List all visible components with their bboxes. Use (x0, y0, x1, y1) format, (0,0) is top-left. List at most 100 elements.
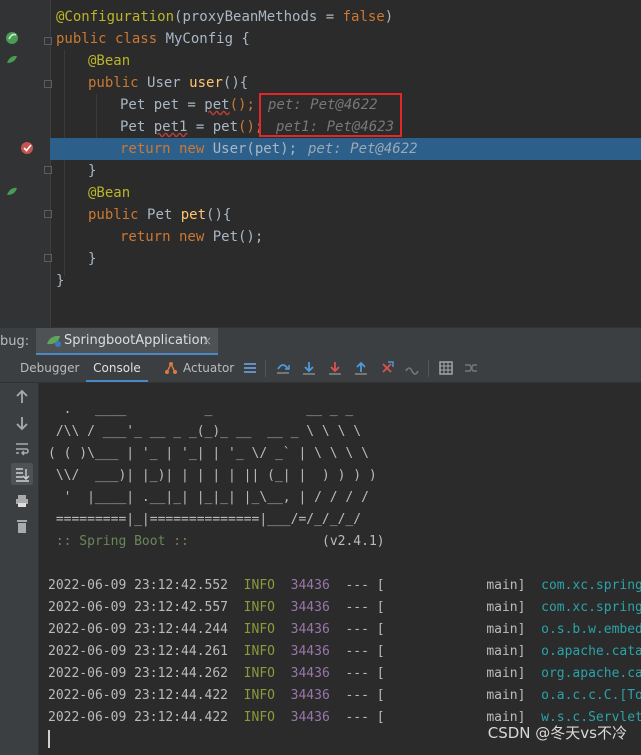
log-row: 2022-06-09 23:12:44.261 INFO 34436 --- [… (48, 641, 641, 663)
spring-bean-icon[interactable] (5, 31, 19, 45)
code-line-4[interactable]: public User user(){ (88, 72, 248, 94)
close-tab-icon[interactable]: × (202, 328, 212, 354)
tool-window-stripe (0, 383, 8, 755)
banner-line: \\/ ___)| |_)| | | | | || (_| | ) ) ) ) (48, 468, 377, 483)
log-pid: 34436 (290, 688, 330, 703)
log-row: 2022-06-09 23:12:44.244 INFO 34436 --- [… (48, 619, 641, 641)
actuator-icon (165, 362, 177, 374)
trace-stream-icon[interactable] (464, 361, 478, 375)
banner-line: ( ( )\___ | '_ | '_| | '_ \/ _` | \ \ \ … (48, 446, 369, 461)
fold-marker[interactable] (44, 210, 52, 218)
log-thread: main] (400, 578, 526, 593)
code-line-9[interactable]: @Bean (88, 182, 130, 204)
force-step-into-icon[interactable] (328, 361, 342, 375)
log-timestamp: 2022-06-09 23:12:42.557 (48, 600, 229, 615)
run-to-cursor-icon[interactable] (405, 361, 419, 375)
log-row: 2022-06-09 23:12:42.557 INFO 34436 --- [… (48, 597, 641, 619)
log-row: 2022-06-09 23:12:42.552 INFO 34436 --- [… (48, 575, 641, 597)
log-pid: 34436 (290, 600, 330, 615)
log-level: INFO (243, 622, 275, 637)
spring-bean-method-icon[interactable] (5, 185, 19, 199)
code-line-10[interactable]: public Pet pet(){ (88, 204, 231, 226)
fold-marker[interactable] (44, 80, 52, 88)
log-thread: main] (400, 644, 526, 659)
toolbar-separator (428, 360, 429, 377)
editor-gutter[interactable] (0, 0, 52, 327)
banner-line: =========|_|==============|___/=/_/_/_/ (48, 512, 362, 527)
log-timestamp: 2022-06-09 23:12:42.552 (48, 578, 229, 593)
debug-tool-window-header: bug: SpringbootApplication × (0, 327, 641, 356)
log-separator: --- [ (345, 578, 385, 593)
code-editor[interactable]: @Configuration(proxyBeanMethods = false)… (0, 0, 641, 327)
log-level: INFO (243, 644, 275, 659)
console-output[interactable]: . ____ _ __ _ _ /\\ / ___'_ __ _ _(_)_ _… (39, 383, 641, 755)
spring-bean-method-icon[interactable] (5, 53, 19, 67)
log-logger: org.apache.catal (541, 666, 641, 681)
code-line-3[interactable]: @Bean (88, 50, 130, 72)
up-arrow-icon[interactable] (14, 389, 30, 405)
step-out-icon[interactable] (354, 361, 368, 375)
scroll-to-end-toggle[interactable] (11, 463, 33, 485)
log-row: 2022-06-09 23:12:44.262 INFO 34436 --- [… (48, 663, 641, 685)
log-separator: --- [ (345, 622, 385, 637)
down-arrow-icon[interactable] (14, 415, 30, 431)
code-line-12[interactable]: } (88, 248, 96, 270)
log-level: INFO (243, 688, 275, 703)
banner-line: . ____ _ __ _ _ (48, 402, 354, 417)
step-into-icon[interactable] (302, 361, 316, 375)
code-line-2[interactable]: public class MyConfig { (56, 28, 250, 50)
fold-marker[interactable] (44, 166, 52, 174)
soft-wrap-icon[interactable] (14, 441, 30, 457)
tab-console[interactable]: Console (86, 355, 148, 382)
fold-marker[interactable] (44, 37, 52, 45)
log-level: INFO (243, 710, 275, 725)
trash-icon[interactable] (14, 518, 30, 534)
code-line-8[interactable]: } (88, 160, 96, 182)
log-logger: com.xc.springboo (541, 600, 641, 615)
drop-frame-icon[interactable] (380, 361, 394, 375)
breakpoint-icon[interactable] (20, 141, 34, 155)
log-thread: main] (400, 666, 526, 681)
spring-boot-label: :: Spring Boot :: (48, 534, 189, 549)
console-caret (48, 730, 50, 748)
evaluate-expression-icon[interactable] (439, 361, 453, 375)
log-logger: o.apache.catalin (541, 644, 641, 659)
code-line-11[interactable]: return new Pet(); (120, 226, 263, 248)
code-line-5[interactable]: Pet pet = pet(); (120, 94, 255, 116)
log-logger: com.xc.springboo (541, 578, 641, 593)
log-level: INFO (243, 600, 275, 615)
console-side-toolbar (8, 383, 39, 755)
watermark: CSDN @冬天vs不冷 (487, 724, 627, 742)
log-pid: 34436 (290, 622, 330, 637)
debug-label: bug: (0, 334, 30, 349)
log-separator: --- [ (345, 644, 385, 659)
fold-marker[interactable] (44, 254, 52, 262)
run-config-tab[interactable]: SpringbootApplication × (36, 328, 218, 355)
annotation-highlight-box (259, 93, 402, 137)
log-pid: 34436 (290, 710, 330, 725)
log-pid: 34436 (290, 644, 330, 659)
banner-line: /\\ / ___'_ __ _ _(_)_ __ __ _ \ \ \ \ (48, 424, 362, 439)
code-line-13[interactable]: } (56, 270, 64, 292)
code-line-1[interactable]: @Configuration(proxyBeanMethods = false) (56, 6, 393, 28)
code-line-7[interactable]: return new User(pet); (120, 138, 297, 160)
tab-debugger[interactable]: Debugger (20, 355, 79, 382)
class-name: MyConfig { (165, 31, 250, 47)
log-separator: --- [ (345, 600, 385, 615)
print-icon[interactable] (14, 493, 30, 509)
tab-actuator[interactable]: Actuator (183, 355, 234, 382)
log-thread: main] (400, 600, 526, 615)
log-level: INFO (243, 578, 275, 593)
toolbar-separator (265, 360, 266, 377)
log-thread: main] (400, 622, 526, 637)
log-separator: --- [ (345, 688, 385, 703)
code-line-6[interactable]: Pet pet1 = pet(); (120, 116, 263, 138)
debug-toolbar: Debugger Console Actuator (0, 355, 641, 383)
log-separator: --- [ (345, 666, 385, 681)
log-separator: --- [ (345, 710, 385, 725)
menu-lines-icon[interactable] (243, 361, 257, 375)
log-timestamp: 2022-06-09 23:12:44.262 (48, 666, 229, 681)
log-pid: 34436 (290, 578, 330, 593)
step-over-icon[interactable] (276, 361, 290, 375)
log-level: INFO (243, 666, 275, 681)
